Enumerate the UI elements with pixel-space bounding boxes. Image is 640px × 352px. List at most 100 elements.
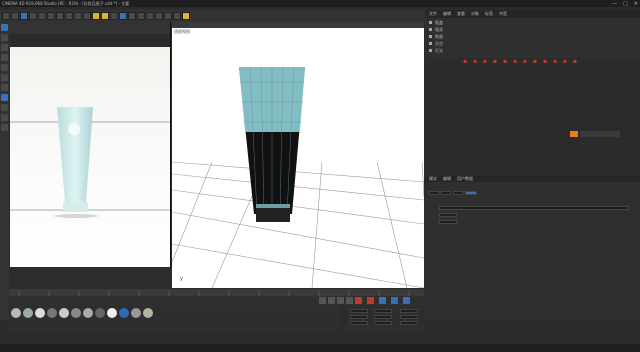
playback-controls [9,296,424,305]
lock-workplane-icon[interactable] [1,114,8,121]
axis-mode-icon[interactable] [1,94,8,101]
polygons-mode-icon[interactable] [1,84,8,91]
record-button[interactable] [355,297,362,304]
render-view-toolbar [9,22,170,34]
cube-icon[interactable] [119,12,127,20]
material-manager [9,305,339,331]
attribute-tab[interactable] [429,191,439,195]
attribute-tab[interactable] [441,191,451,195]
apply-panel [425,320,640,344]
object-row[interactable]: 瓶身 [429,27,443,32]
material-swatch[interactable] [83,308,93,318]
om-menu-objects[interactable]: 对象 [471,11,479,17]
model-mode-icon[interactable] [1,34,8,41]
rotation-key-button[interactable] [403,297,410,304]
position-y-field[interactable] [350,315,368,319]
solo-icon[interactable] [1,124,8,131]
array-icon[interactable] [146,12,154,20]
play-button[interactable] [337,297,344,304]
perspective-viewport[interactable]: 透视视图 y [172,22,424,288]
position-key-button[interactable] [391,297,398,304]
am-menu-userdata[interactable]: 用户数据 [457,176,473,182]
size-x-field[interactable] [374,309,392,313]
workplane-icon[interactable] [1,54,8,61]
close-button[interactable]: ✕ [634,1,638,7]
om-menu-tags[interactable]: 标签 [485,11,493,17]
ime-toolbar-icon[interactable] [570,131,578,137]
subdivision-icon[interactable] [137,12,145,20]
goto-start-button[interactable] [319,297,326,304]
attribute-field[interactable] [439,213,457,217]
material-swatch[interactable] [23,308,33,318]
edges-mode-icon[interactable] [1,74,8,81]
make-editable-icon[interactable] [1,24,8,31]
points-mode-icon[interactable] [1,64,8,71]
rotation-b-field[interactable] [400,321,418,325]
axis-label: y [180,276,183,282]
object-row[interactable]: 天空 [429,41,443,46]
attribute-tab[interactable] [453,191,463,195]
coordinate-system-icon[interactable] [83,12,91,20]
render-picture-viewer-icon[interactable] [101,12,109,20]
snap-icon[interactable] [1,104,8,111]
om-menu-file[interactable]: 文件 [429,11,437,17]
size-z-field[interactable] [374,321,392,325]
am-menu-mode[interactable]: 模式 [429,176,437,182]
rotation-p-field[interactable] [400,315,418,319]
object-row[interactable]: 灯光 [429,48,443,53]
material-swatch[interactable] [95,308,105,318]
rotate-tool-icon[interactable] [47,12,55,20]
object-row[interactable]: 瓶盖 [429,20,443,25]
y-axis-icon[interactable] [65,12,73,20]
material-swatch[interactable] [35,308,45,318]
z-axis-icon[interactable] [74,12,82,20]
attribute-field[interactable] [439,206,629,210]
render-preview-image [10,47,170,289]
left-tool-strip [0,22,9,320]
material-swatch[interactable] [71,308,81,318]
object-icon [429,28,432,31]
x-axis-icon[interactable] [56,12,64,20]
render-view-icon[interactable] [92,12,100,20]
material-swatch[interactable] [119,308,129,318]
keyframe-selection-button[interactable] [379,297,386,304]
position-x-field[interactable] [350,309,368,313]
material-swatch[interactable] [59,308,69,318]
maximize-button[interactable]: □ [623,1,628,7]
texture-mode-icon[interactable] [1,44,8,51]
pen-icon[interactable] [128,12,136,20]
redo-icon[interactable] [11,12,19,20]
object-icon [429,35,432,38]
deformer-icon[interactable] [155,12,163,20]
undo-icon[interactable] [2,12,10,20]
camera-icon[interactable] [173,12,181,20]
position-z-field[interactable] [350,321,368,325]
material-swatch[interactable] [47,308,57,318]
object-row[interactable]: 地面 [429,34,443,39]
attribute-tab-active[interactable] [465,191,477,195]
step-forward-button[interactable] [346,297,353,304]
auto-key-button[interactable] [367,297,374,304]
minimize-button[interactable]: — [612,1,617,7]
floor-icon[interactable] [164,12,172,20]
select-tool-icon[interactable] [20,12,28,20]
material-swatch[interactable] [143,308,153,318]
material-swatch[interactable] [11,308,21,318]
attribute-field[interactable] [439,220,457,224]
render-settings-icon[interactable] [110,12,118,20]
step-back-button[interactable] [328,297,335,304]
content-browser-panel [425,65,640,175]
move-tool-icon[interactable] [29,12,37,20]
timeline-ruler[interactable] [9,289,424,296]
material-swatch[interactable] [107,308,117,318]
tag-row [425,58,640,65]
size-y-field[interactable] [374,315,392,319]
material-swatch[interactable] [131,308,141,318]
am-menu-edit[interactable]: 编辑 [443,176,451,182]
rotation-h-field[interactable] [400,309,418,313]
light-icon[interactable] [182,12,190,20]
om-menu-view[interactable]: 查看 [457,11,465,17]
om-menu-edit[interactable]: 编辑 [443,11,451,17]
scale-tool-icon[interactable] [38,12,46,20]
om-menu-bookmarks[interactable]: 书签 [499,11,507,17]
